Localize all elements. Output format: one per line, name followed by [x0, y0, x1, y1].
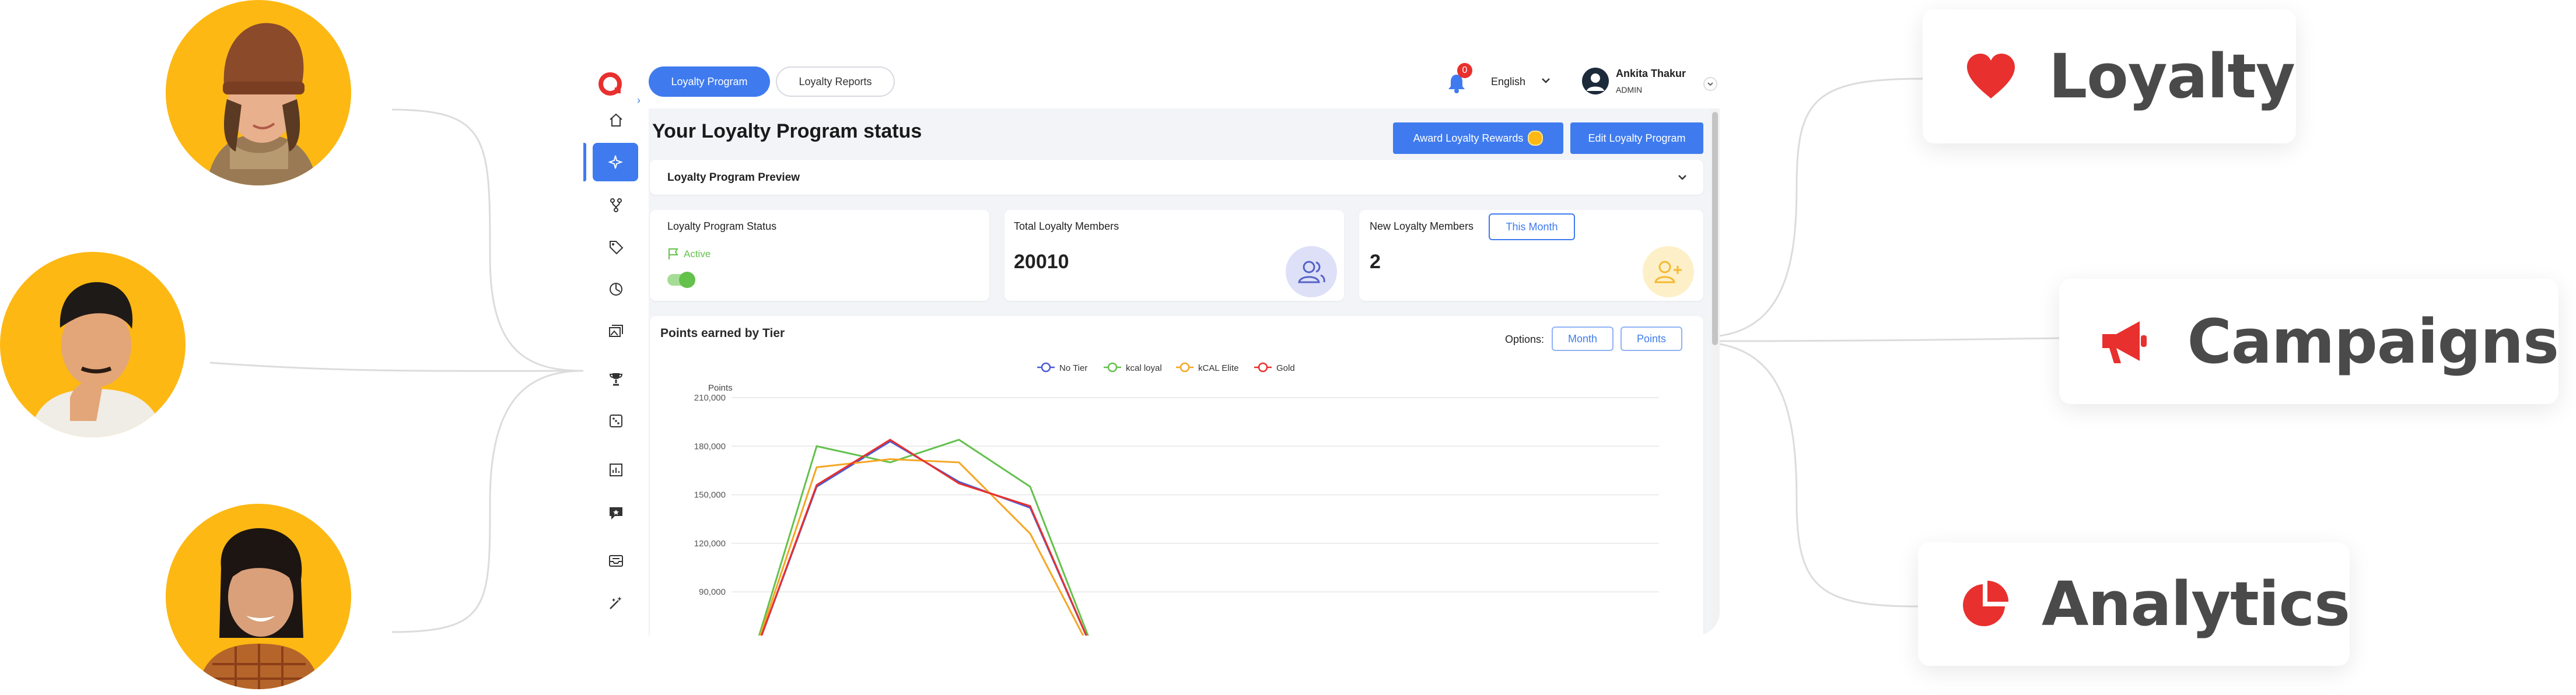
avatar-man-thinking	[0, 252, 186, 437]
magic-wand-icon	[610, 596, 622, 609]
sidebar-item-magic-wand[interactable]	[598, 587, 634, 619]
chart-series-kcal-elite	[759, 458, 1084, 636]
sidebar-item-report[interactable]	[598, 454, 634, 486]
app-window: › Loyalty Program Loyalty Reports 0 Engl…	[583, 58, 1720, 636]
sidebar-collapse-chevron-icon[interactable]: ›	[637, 94, 649, 106]
sidebar-item-trophy[interactable]	[598, 363, 634, 395]
page-title: Your Loyalty Program status	[652, 120, 922, 142]
sidebar-item-dice[interactable]	[598, 405, 634, 437]
feature-label-analytics: Analytics	[2041, 568, 2350, 640]
scrollbar[interactable]	[1710, 108, 1720, 636]
legend-label: Gold	[1276, 363, 1295, 373]
chart-panel: Points earned by Tier Options: Month Poi…	[650, 316, 1703, 636]
award-button-label: Award Loyalty Rewards	[1413, 132, 1524, 144]
top-bar: Loyalty Program Loyalty Reports 0 Englis…	[649, 58, 1720, 108]
award-loyalty-rewards-button[interactable]: Award Loyalty Rewards	[1393, 122, 1563, 154]
edit-loyalty-program-button[interactable]: Edit Loyalty Program	[1570, 122, 1703, 154]
avatar-woman-beanie	[166, 0, 351, 185]
report-icon	[610, 464, 622, 476]
megaphone-icon	[2095, 310, 2152, 374]
period-select[interactable]: This Month	[1489, 213, 1575, 240]
gauge-icon	[610, 283, 622, 296]
sidebar-item-sparkle[interactable]	[593, 143, 638, 181]
status-value: Active	[684, 248, 711, 259]
feature-card-loyalty: Loyalty	[1923, 9, 2296, 143]
sidebar-item-branch[interactable]	[598, 189, 634, 222]
legend-item-kcal-elite[interactable]: kCAL Elite	[1176, 362, 1238, 373]
feature-card-campaigns: Campaigns	[2059, 279, 2559, 404]
chart-ytick-label: 90,000	[699, 587, 726, 597]
sidebar: ›	[583, 58, 650, 636]
avatar-woman-smiling	[166, 504, 351, 689]
status-label: Loyalty Program Status	[667, 220, 777, 232]
accordion-chevron-down-icon[interactable]	[1676, 171, 1688, 186]
total-members-value: 20010	[1014, 251, 1069, 273]
language-selector[interactable]: English	[1491, 76, 1525, 88]
new-members-card: New Loyalty Members This Month 2	[1359, 210, 1703, 301]
new-members-label: New Loyalty Members	[1370, 220, 1474, 232]
sidebar-item-home[interactable]	[598, 104, 634, 136]
user-menu-chevron-icon[interactable]	[1703, 77, 1717, 91]
tab-loyalty-program[interactable]: Loyalty Program	[649, 66, 770, 97]
chart-ytick-label: 210,000	[694, 393, 726, 403]
sidebar-item-inbox[interactable]	[598, 545, 634, 577]
feedback-icon	[610, 507, 622, 520]
feature-label-loyalty: Loyalty	[2049, 41, 2295, 112]
coin-icon	[1528, 131, 1544, 146]
chart-series-kcal-loyal	[758, 438, 1089, 636]
legend-item-no-tier[interactable]: No Tier	[1037, 362, 1087, 373]
images-icon	[609, 325, 623, 337]
trophy-icon	[609, 373, 623, 386]
user-role: ADMIN	[1616, 85, 1643, 94]
main-content: Your Loyalty Program status Award Loyalt…	[649, 108, 1710, 636]
chart-ytick-label: 180,000	[694, 441, 726, 451]
preview-accordion[interactable]: Loyalty Program Preview	[650, 160, 1703, 195]
feature-label-campaigns: Campaigns	[2187, 306, 2559, 377]
status-card: Loyalty Program Status Active	[650, 210, 989, 301]
dice-icon	[610, 415, 622, 427]
status-toggle[interactable]	[667, 272, 695, 288]
brand-logo[interactable]	[597, 71, 623, 100]
sidebar-item-feedback[interactable]	[598, 497, 634, 529]
chart-series-no-tier	[761, 440, 1087, 636]
legend-label: kCAL Elite	[1198, 363, 1238, 373]
chart-ytick-label: 150,000	[694, 490, 726, 500]
branch-icon	[610, 198, 622, 212]
home-icon	[610, 113, 622, 127]
sidebar-item-images[interactable]	[598, 315, 634, 348]
legend-item-gold[interactable]: Gold	[1254, 362, 1295, 373]
inbox-icon	[609, 555, 623, 567]
user-avatar[interactable]	[1582, 68, 1609, 94]
pie-chart-icon	[1954, 572, 2016, 636]
chevron-down-icon[interactable]	[1540, 75, 1552, 89]
legend-item-kcal-loyal[interactable]: kcal loyal	[1104, 362, 1162, 373]
legend-label: No Tier	[1059, 363, 1087, 373]
sidebar-item-gauge[interactable]	[598, 273, 634, 306]
total-members-label: Total Loyalty Members	[1014, 220, 1119, 232]
feature-card-analytics: Analytics	[1918, 542, 2350, 666]
chart-ylabel: Points	[708, 383, 733, 393]
sparkle-icon	[608, 155, 623, 169]
points-by-tier-chart: 210,000180,000150,000120,00090,00060,000…	[694, 362, 1659, 636]
total-members-card: Total Loyalty Members 20010	[1005, 210, 1344, 301]
add-user-icon	[1643, 246, 1694, 297]
tab-loyalty-reports[interactable]: Loyalty Reports	[776, 66, 895, 97]
preview-label: Loyalty Program Preview	[667, 171, 800, 184]
new-members-value: 2	[1370, 251, 1381, 273]
members-icon	[1286, 246, 1337, 297]
tag-icon	[610, 241, 624, 255]
flag-icon	[667, 247, 680, 263]
chart-ytick-label: 120,000	[694, 539, 726, 549]
sidebar-item-tag[interactable]	[598, 231, 634, 264]
sidebar-active-indicator	[583, 143, 586, 181]
legend-label: kcal loyal	[1126, 363, 1162, 373]
notification-badge: 0	[1457, 63, 1472, 78]
user-name: Ankita Thakur	[1616, 68, 1686, 79]
heart-icon	[1959, 44, 2023, 108]
